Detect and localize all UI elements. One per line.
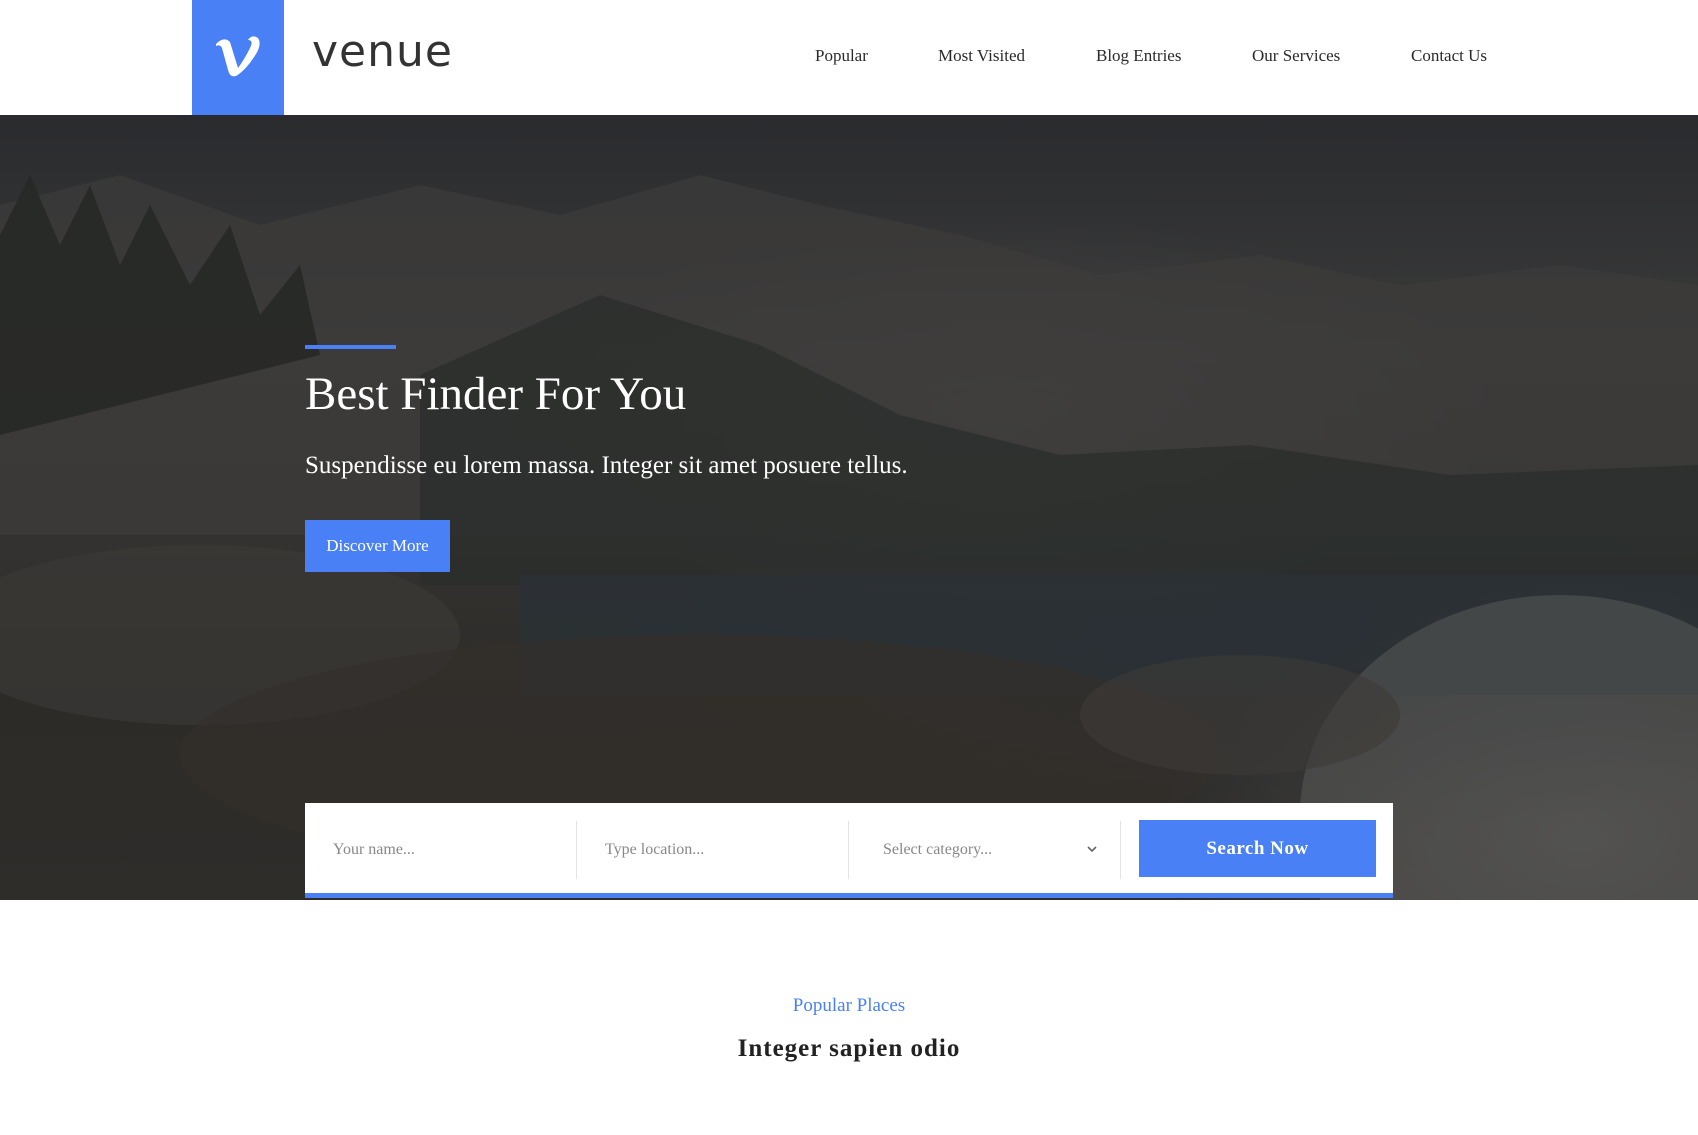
discover-more-button[interactable]: Discover More	[305, 520, 450, 572]
location-field-wrapper	[605, 821, 825, 879]
site-header: venue Popular Most Visited Blog Entries …	[0, 0, 1698, 115]
field-divider	[848, 821, 849, 879]
nav-blog-entries[interactable]: Blog Entries	[1096, 46, 1181, 66]
name-input[interactable]	[333, 821, 553, 879]
category-select[interactable]: Select category...	[883, 821, 1108, 879]
nav-contact-us[interactable]: Contact Us	[1411, 46, 1487, 66]
field-divider	[576, 821, 577, 879]
search-form: Select category... Search Now	[305, 803, 1393, 898]
search-now-button[interactable]: Search Now	[1139, 820, 1376, 877]
brand-name[interactable]: venue	[312, 26, 453, 77]
vimeo-v-icon	[216, 36, 260, 77]
name-field-wrapper	[333, 821, 553, 879]
nav-our-services[interactable]: Our Services	[1252, 46, 1340, 66]
logo-badge[interactable]	[192, 0, 284, 115]
nav-most-visited[interactable]: Most Visited	[938, 46, 1025, 66]
hero-subtitle: Suspendisse eu lorem massa. Integer sit …	[305, 452, 908, 479]
chevron-down-icon	[1087, 846, 1097, 853]
category-select-value: Select category...	[883, 841, 993, 858]
section-title: Integer sapien odio	[737, 1035, 961, 1062]
location-input[interactable]	[605, 821, 825, 879]
hero-title: Best Finder For You	[305, 368, 687, 420]
hero-background-image	[0, 175, 1698, 900]
field-divider	[1120, 821, 1121, 879]
hero-accent-line	[305, 345, 396, 349]
nav-popular[interactable]: Popular	[815, 46, 868, 66]
hero-section: Best Finder For You Suspendisse eu lorem…	[0, 115, 1698, 900]
section-kicker: Popular Places	[792, 995, 906, 1016]
